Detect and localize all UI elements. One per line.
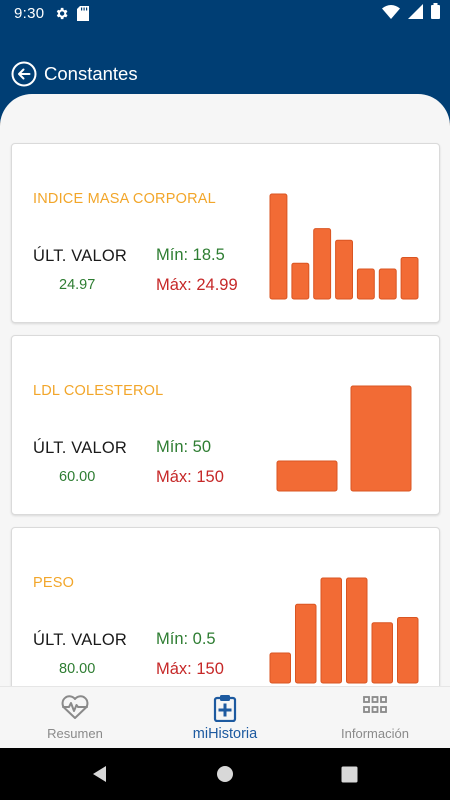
- back-triangle-icon: [93, 766, 106, 782]
- bar-chart: [276, 385, 412, 492]
- chart-bar: [397, 617, 419, 684]
- chart-bar: [269, 652, 291, 684]
- system-home-button[interactable]: [213, 762, 237, 786]
- card-title: INDICE MASA CORPORAL: [33, 191, 216, 207]
- bar-chart: [269, 193, 419, 300]
- chart-bar: [269, 193, 288, 300]
- status-bar: 9:30: [0, 0, 450, 26]
- min-value: Mín: 0.5: [156, 630, 216, 648]
- nav-label: miHistoria: [192, 726, 258, 742]
- max-value: Máx: 24.99: [156, 276, 238, 294]
- max-value: Máx: 150: [156, 468, 224, 486]
- last-value-label: ÚLT. VALOR: [33, 631, 127, 649]
- system-recents-button[interactable]: [337, 762, 361, 786]
- chart-bar: [371, 622, 393, 684]
- last-value-label: ÚLT. VALOR: [33, 439, 127, 457]
- grid-dots-icon: [363, 696, 387, 713]
- nav-item-informacion[interactable]: Información: [300, 687, 450, 748]
- gear-icon: [54, 6, 69, 21]
- chart-bar: [276, 460, 338, 492]
- min-value: Mín: 18.5: [156, 246, 225, 264]
- card-peso[interactable]: PESO ÚLT. VALOR 80.00 Mín: 0.5 Máx: 150: [11, 527, 440, 686]
- max-value: Máx: 150: [156, 660, 224, 678]
- home-circle-icon: [217, 766, 233, 782]
- heart-pulse-icon: [61, 695, 89, 719]
- status-time: 9:30: [14, 4, 45, 22]
- signal-icon: [408, 3, 423, 23]
- recents-square-icon: [341, 766, 357, 782]
- last-value: 60.00: [59, 469, 96, 485]
- chart-bar: [400, 257, 419, 300]
- last-value-label: ÚLT. VALOR: [33, 247, 127, 265]
- nav-label: Resumen: [47, 726, 103, 741]
- medical-clipboard-icon: [213, 695, 237, 722]
- chart-bar: [291, 262, 310, 300]
- chart-bar: [378, 268, 397, 300]
- min-value: Mín: 50: [156, 438, 212, 456]
- bar-chart: [269, 577, 419, 684]
- card-title: LDL COLESTEROL: [33, 383, 164, 399]
- nav-label: Información: [341, 726, 409, 741]
- nav-item-mihistoria[interactable]: miHistoria: [150, 687, 300, 748]
- sd-card-icon: [77, 5, 90, 21]
- bottom-navigation: Resumen miHistoria Información: [0, 686, 450, 748]
- card-ldl-colesterol[interactable]: LDL COLESTEROL ÚLT. VALOR 60.00 Mín: 50 …: [11, 335, 440, 515]
- chart-bar: [320, 577, 342, 684]
- chart-bar: [356, 268, 375, 300]
- chart-bar: [346, 577, 368, 684]
- chart-bar: [295, 603, 317, 684]
- chart-bar: [335, 239, 353, 300]
- battery-icon: [431, 3, 440, 23]
- card-imc[interactable]: INDICE MASA CORPORAL ÚLT. VALOR 24.97 Mí…: [11, 143, 440, 323]
- chart-bar: [313, 228, 332, 300]
- page-title: Constantes: [44, 63, 138, 84]
- system-navigation-bar: [0, 748, 450, 800]
- card-title: PESO: [33, 575, 75, 591]
- last-value: 24.97: [59, 277, 96, 293]
- chart-bar: [350, 385, 412, 492]
- back-arrow-circle-icon: [11, 61, 37, 87]
- last-value: 80.00: [59, 661, 96, 677]
- system-back-button[interactable]: [87, 762, 111, 786]
- content-area[interactable]: INDICE MASA CORPORAL ÚLT. VALOR 24.97 Mí…: [0, 94, 450, 686]
- nav-item-resumen[interactable]: Resumen: [0, 687, 150, 748]
- wifi-icon: [382, 4, 400, 23]
- back-button[interactable]: [11, 61, 37, 87]
